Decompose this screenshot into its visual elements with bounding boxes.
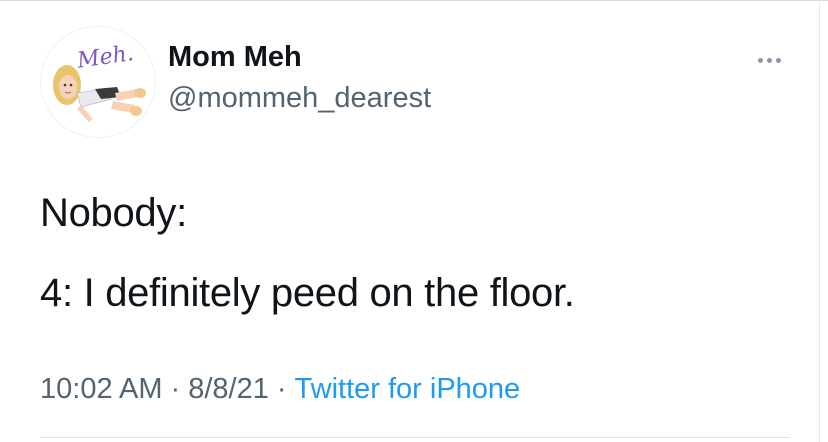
tweet-date[interactable]: 8/8/21 [188,373,269,405]
avatar-lettering: Meh. [75,41,136,74]
tweet-text-line: Nobody: [40,191,187,235]
meta-separator: · [276,373,287,405]
more-options-icon-dot [766,57,772,63]
tweet-text-line: 4: I definitely peed on the floor. [40,271,575,315]
avatar-image: Meh. [53,41,146,122]
more-options-button[interactable] [752,50,786,70]
tweet-metadata: 10:02 AM · 8/8/21 · Twitter for iPhone [40,373,520,406]
right-border [819,0,820,442]
more-options-icon-dot [775,57,781,63]
top-border [0,0,828,1]
more-options-icon [757,57,763,63]
tweet-source-link[interactable]: Twitter for iPhone [295,373,521,405]
bottom-divider [40,437,790,438]
author-display-name[interactable]: Mom Meh [168,41,302,74]
author-handle[interactable]: @mommeh_dearest [168,82,431,115]
meta-separator: · [170,373,181,405]
avatar[interactable]: Meh. [40,26,156,138]
tweet-time[interactable]: 10:02 AM [40,373,163,405]
